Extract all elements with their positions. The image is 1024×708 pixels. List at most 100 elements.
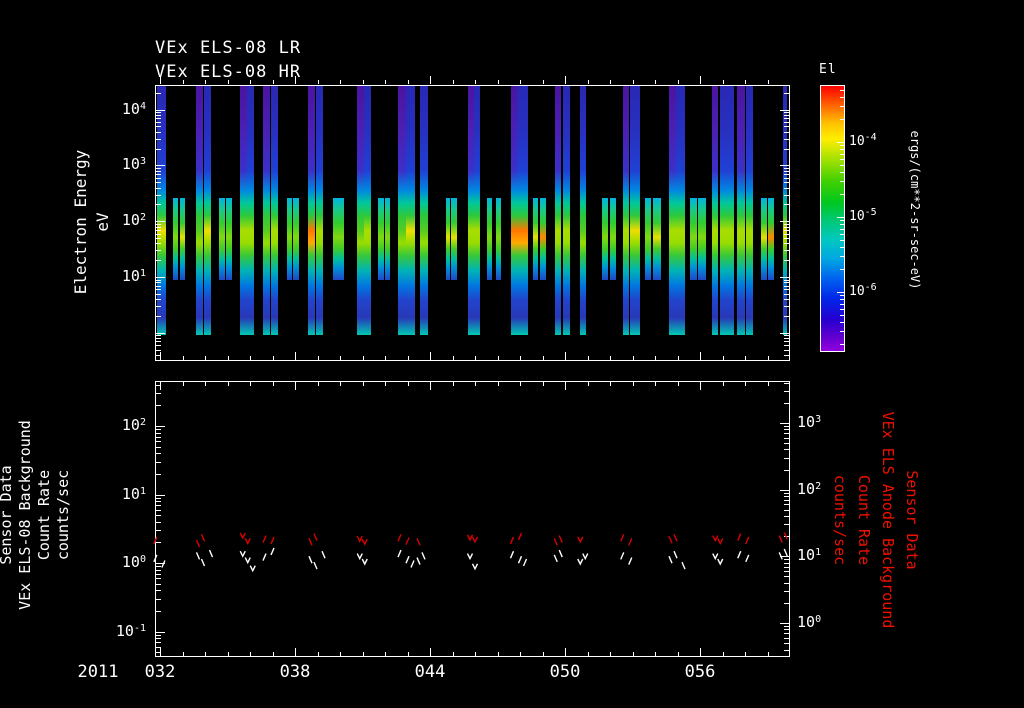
axis-tick xyxy=(784,260,789,262)
axis-tick-label: 10-4 xyxy=(849,132,877,149)
axis-tick xyxy=(587,80,589,84)
axis-tick xyxy=(767,80,769,84)
axis-tick xyxy=(784,148,789,150)
axis-tick xyxy=(497,356,499,360)
axis-tick xyxy=(362,356,364,360)
axis-tick xyxy=(784,194,789,196)
axis-tick xyxy=(784,437,789,439)
timeseries-right-axis-label-line2: VEx ELS Anode Background xyxy=(879,411,897,629)
axis-tick xyxy=(272,80,274,84)
axis-tick xyxy=(655,652,656,656)
axis-tick xyxy=(156,345,161,347)
axis-tick xyxy=(156,405,161,407)
timeseries-left-axis-label-line4: counts/sec xyxy=(54,469,72,561)
axis-tick xyxy=(497,80,499,84)
axis-tick xyxy=(156,277,165,278)
axis-tick xyxy=(840,181,844,183)
axis-tick xyxy=(475,652,476,656)
axis-tick xyxy=(840,89,844,91)
timeseries-right-axis-label-line3: Count Rate xyxy=(855,474,873,566)
axis-tick xyxy=(780,109,789,111)
axis-tick xyxy=(780,422,789,424)
axis-tick xyxy=(156,237,161,239)
axis-tick-label: 038 xyxy=(279,662,311,682)
axis-tick xyxy=(722,382,724,386)
axis-tick xyxy=(227,652,229,656)
axis-tick xyxy=(156,121,161,123)
axis-tick xyxy=(587,652,589,656)
axis-tick xyxy=(840,164,844,166)
axis-tick xyxy=(497,382,499,386)
axis-tick xyxy=(156,126,161,128)
axis-tick-label: 101 xyxy=(121,267,146,285)
axis-tick-label: 050 xyxy=(549,662,581,682)
axis-tick-label: 102 xyxy=(121,416,146,434)
axis-tick xyxy=(156,573,161,575)
axis-tick xyxy=(784,449,789,451)
axis-tick xyxy=(156,646,161,648)
axis-tick xyxy=(317,356,319,360)
axis-tick xyxy=(840,233,844,235)
axis-tick xyxy=(156,473,161,475)
colorbar-unit-label: ergs/(cm**2-sr-sec-eV) xyxy=(908,130,922,290)
axis-tick xyxy=(840,314,844,316)
axis-tick xyxy=(156,332,165,334)
axis-tick xyxy=(784,469,789,471)
axis-tick xyxy=(156,494,165,496)
axis-tick xyxy=(156,187,161,189)
axis-tick xyxy=(156,118,161,120)
axis-tick xyxy=(156,109,165,111)
axis-tick xyxy=(340,652,341,656)
axis-tick xyxy=(784,536,789,538)
colorbar xyxy=(820,85,845,352)
axis-tick xyxy=(780,332,789,334)
axis-tick xyxy=(497,652,499,656)
axis-tick xyxy=(227,356,229,360)
axis-tick xyxy=(156,429,161,431)
axis-tick xyxy=(840,299,844,301)
axis-tick xyxy=(722,80,724,84)
axis-tick xyxy=(156,515,161,517)
axis-tick xyxy=(840,246,844,248)
axis-tick xyxy=(430,76,431,84)
axis-tick xyxy=(520,80,521,84)
axis-tick xyxy=(156,521,161,523)
axis-tick xyxy=(542,356,544,360)
axis-tick xyxy=(160,382,161,390)
axis-tick xyxy=(784,516,789,518)
axis-tick-label: 103 xyxy=(797,412,822,431)
axis-tick xyxy=(156,542,161,544)
axis-tick xyxy=(784,204,789,206)
axis-tick xyxy=(632,652,634,656)
axis-tick xyxy=(156,393,161,395)
axis-tick xyxy=(385,382,386,386)
axis-tick xyxy=(784,566,789,568)
axis-tick xyxy=(632,356,634,360)
axis-tick xyxy=(840,224,844,226)
axis-tick xyxy=(784,433,789,435)
axis-tick xyxy=(840,228,844,230)
axis-tick xyxy=(784,293,789,295)
axis-tick xyxy=(156,652,161,654)
axis-tick xyxy=(156,598,161,600)
axis-tick xyxy=(250,80,251,84)
axis-tick xyxy=(784,649,789,651)
axis-tick xyxy=(205,652,206,656)
axis-tick xyxy=(362,382,364,386)
axis-tick xyxy=(565,76,566,84)
axis-tick xyxy=(385,652,386,656)
axis-tick xyxy=(745,356,746,360)
axis-tick xyxy=(156,233,161,235)
axis-tick xyxy=(156,148,161,150)
axis-tick-label: 044 xyxy=(414,662,446,682)
axis-tick xyxy=(156,165,165,167)
axis-tick xyxy=(156,569,161,571)
axis-tick xyxy=(156,446,161,448)
axis-tick xyxy=(784,229,789,231)
axis-tick xyxy=(784,349,789,351)
axis-tick xyxy=(156,293,161,295)
axis-tick xyxy=(407,652,409,656)
axis-tick xyxy=(156,566,161,568)
axis-tick xyxy=(295,352,296,360)
plot-title-lr: VEx ELS-08 LR xyxy=(155,38,302,58)
